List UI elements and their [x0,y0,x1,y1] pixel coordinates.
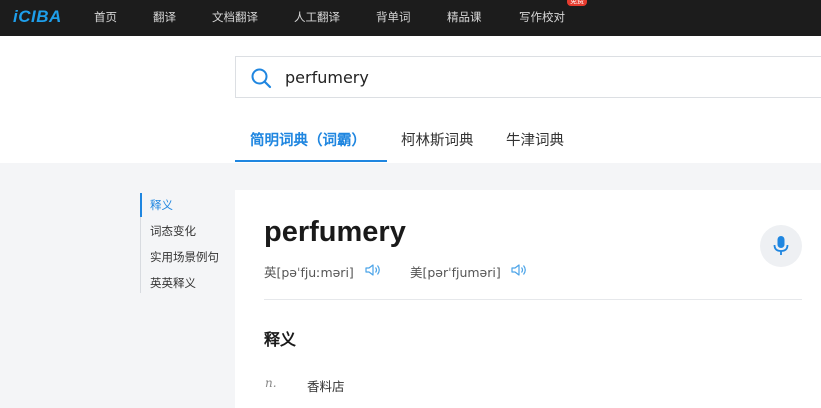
part-of-speech: n. [265,376,277,390]
top-nav: iCIBA 首页 翻译 文档翻译 人工翻译 背单词 精品课 写作校对 免费 [0,0,821,36]
definition-meaning: 香料店 [307,379,345,394]
uk-speaker-icon[interactable] [364,262,382,278]
tab-collins-dictionary[interactable]: 柯林斯词典 [401,129,474,150]
search-box[interactable] [235,56,821,98]
side-menu-active-indicator [140,193,142,217]
microphone-icon [773,236,789,255]
voice-search-button[interactable] [760,225,802,267]
iciba-logo[interactable]: iCIBA [13,7,62,27]
us-speaker-icon[interactable] [510,262,528,278]
side-menu: 释义 词态变化 实用场景例句 英英释义 [140,193,230,293]
nav-item-translate[interactable]: 翻译 [153,9,176,25]
active-tab-indicator [235,160,387,162]
side-item-english-definition[interactable]: 英英释义 [150,275,196,291]
nav-item-writing-check[interactable]: 写作校对 [519,9,565,25]
tab-oxford-dictionary[interactable]: 牛津词典 [506,129,564,150]
side-item-definition[interactable]: 释义 [150,197,173,213]
search-icon[interactable] [250,67,272,89]
nav-item-courses[interactable]: 精品课 [447,9,482,25]
nav-item-doc-translate[interactable]: 文档翻译 [212,9,258,25]
side-item-example-sentences[interactable]: 实用场景例句 [150,249,219,265]
tab-concise-dictionary[interactable]: 简明词典（词霸） [250,129,366,150]
nav-item-human-translate[interactable]: 人工翻译 [294,9,340,25]
free-badge: 免费 [567,0,587,6]
us-phonetic: 美[pərˈfjuməri] [410,265,501,280]
entry-card: perfumery 英[pəˈfjuːməri] 美[pərˈfjuməri] … [235,190,821,408]
nav-item-home[interactable]: 首页 [94,9,117,25]
definition-section-title: 释义 [264,330,297,349]
search-area: 简明词典（词霸） 柯林斯词典 牛津词典 [0,36,821,163]
side-item-word-forms[interactable]: 词态变化 [150,223,196,239]
search-input[interactable] [285,65,785,89]
entry-divider [264,299,802,300]
entry-word: perfumery [264,216,406,248]
uk-phonetic: 英[pəˈfjuːməri] [264,265,354,280]
nav-item-vocabulary[interactable]: 背单词 [376,9,411,25]
